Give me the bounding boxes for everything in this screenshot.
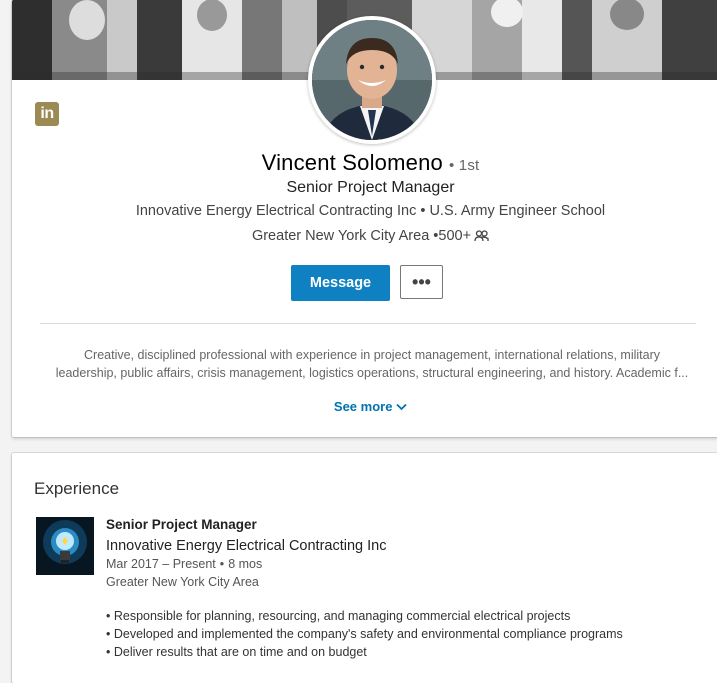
connections-count[interactable]: •500+ xyxy=(433,228,471,244)
profile-summary: Creative, disciplined professional with … xyxy=(37,346,707,382)
profile-top-card: in Vincent Solomeno • 1st Senior Project … xyxy=(12,0,717,437)
company-logo[interactable] xyxy=(36,517,94,575)
people-icon xyxy=(474,230,489,246)
experience-company: Innovative Energy Electrical Contracting… xyxy=(106,538,387,554)
profile-location: Greater New York City Area xyxy=(251,228,430,244)
linkedin-logo-icon: in xyxy=(35,102,59,126)
list-item: • Developed and implemented the company'… xyxy=(106,627,623,641)
more-actions-button[interactable]: ••• xyxy=(400,265,443,299)
experience-title[interactable]: Senior Project Manager xyxy=(106,517,257,532)
experience-dates: Mar 2017 – Present xyxy=(106,557,216,571)
profile-company-education[interactable]: Innovative Energy Electrical Contracting… xyxy=(12,203,717,219)
profile-name: Vincent Solomeno xyxy=(261,150,443,175)
profile-avatar[interactable] xyxy=(308,16,436,144)
summary-line: Creative, disciplined professional with … xyxy=(84,348,660,362)
list-item: • Responsible for planning, resourcing, … xyxy=(106,609,571,623)
list-item: • Deliver results that are on time and o… xyxy=(106,645,367,659)
experience-dates-row: Mar 2017 – Present • 8 mos xyxy=(106,557,263,571)
experience-heading: Experience xyxy=(34,479,120,498)
connection-degree: • 1st xyxy=(448,157,480,174)
see-more-link[interactable]: See more xyxy=(12,399,717,414)
profile-location-row: Greater New York City Area •500+ xyxy=(12,228,717,246)
experience-duration: 8 mos xyxy=(228,557,263,571)
message-button[interactable]: Message xyxy=(291,265,390,301)
summary-line: leadership, public affairs, crisis manag… xyxy=(55,366,689,380)
experience-card: Experience Senior Project Manager Innova… xyxy=(12,453,717,683)
experience-description: • Responsible for planning, resourcing, … xyxy=(106,607,623,661)
profile-name-row: Vincent Solomeno • 1st xyxy=(12,150,717,176)
chevron-down-icon xyxy=(396,399,407,414)
profile-headline: Senior Project Manager xyxy=(286,179,455,196)
divider xyxy=(40,323,696,324)
see-more-label[interactable]: See more xyxy=(334,399,393,414)
experience-location: Greater New York City Area xyxy=(106,575,259,589)
